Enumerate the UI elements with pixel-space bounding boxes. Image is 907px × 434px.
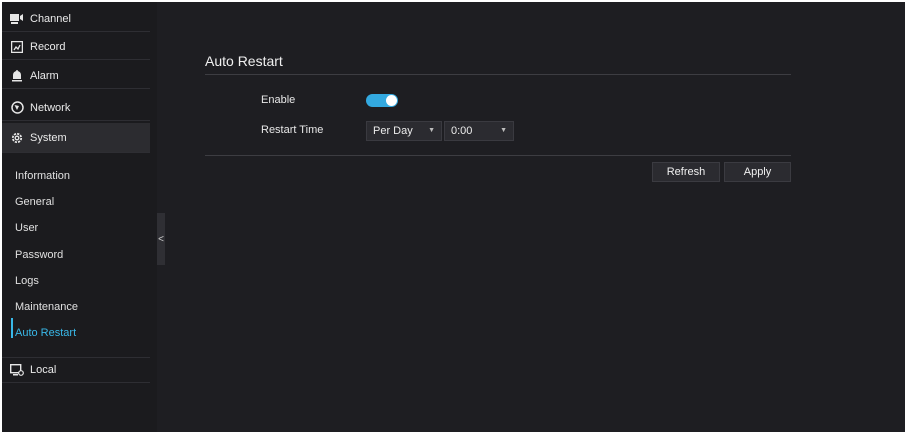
record-icon [10, 40, 24, 54]
apply-label: Apply [743, 166, 772, 178]
frequency-select[interactable]: Per Day ▼ [366, 121, 442, 141]
menu-item-alarm[interactable]: Alarm [2, 63, 150, 89]
local-icon [10, 363, 24, 377]
restart-time-label: Restart Time [261, 124, 324, 136]
chevron-down-icon: ▼ [428, 127, 435, 134]
apply-button[interactable]: Apply [724, 162, 791, 182]
submenu-item-general[interactable]: General [15, 194, 54, 210]
menu-item-record[interactable]: Record [2, 34, 150, 60]
toggle-knob [386, 95, 397, 106]
chevron-left-icon: < [158, 233, 164, 245]
app-window: Channel Record Alarm Network System Info… [2, 2, 905, 432]
refresh-label: Refresh [666, 166, 706, 178]
menu-label-record: Record [30, 40, 66, 53]
main-panel: Auto Restart Enable Restart Time Per Day… [165, 2, 905, 432]
submenu-item-maintenance[interactable]: Maintenance [15, 299, 78, 315]
submenu-item-information[interactable]: Information [15, 168, 70, 184]
form-divider [205, 155, 791, 156]
menu-item-system[interactable]: System [2, 123, 150, 153]
menu-item-network[interactable]: Network [2, 95, 150, 121]
gear-icon [10, 131, 24, 145]
submenu-item-password[interactable]: Password [15, 247, 63, 263]
menu-label-network: Network [30, 101, 71, 114]
chevron-down-icon: ▼ [500, 127, 507, 134]
time-select[interactable]: 0:00 ▼ [444, 121, 514, 141]
title-divider [205, 74, 791, 75]
menu-label-channel: Channel [30, 12, 71, 25]
submenu-item-user[interactable]: User [15, 220, 38, 236]
refresh-button[interactable]: Refresh [652, 162, 720, 182]
submenu-item-logs[interactable]: Logs [15, 273, 39, 289]
menu-label-local: Local [30, 364, 57, 376]
menu-label-system: System [30, 131, 67, 144]
enable-label: Enable [261, 94, 296, 106]
enable-toggle[interactable] [366, 94, 398, 107]
sidebar-collapse-handle[interactable]: < [157, 213, 165, 265]
menu-item-channel[interactable]: Channel [2, 6, 150, 32]
page-title: Auto Restart [205, 53, 283, 69]
frequency-value: Per Day [373, 125, 413, 137]
menu-label-alarm: Alarm [30, 69, 59, 82]
sidebar: Channel Record Alarm Network System Info… [2, 2, 157, 432]
time-value: 0:00 [451, 125, 473, 137]
submenu-item-auto-restart[interactable]: Auto Restart [15, 325, 76, 341]
menu-item-local[interactable]: Local [2, 357, 150, 383]
active-submenu-indicator [11, 318, 13, 338]
network-icon [10, 101, 24, 115]
channel-icon [10, 12, 24, 26]
alarm-icon [10, 69, 24, 83]
